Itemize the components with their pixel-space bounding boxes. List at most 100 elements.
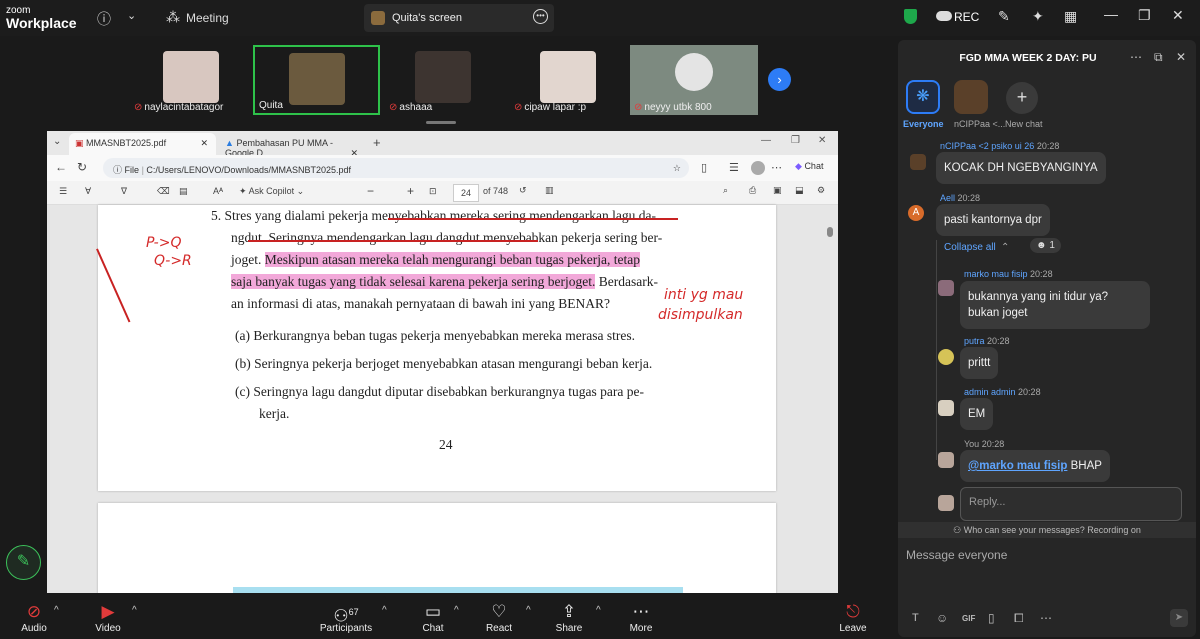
more-icon: ⋯ (632, 602, 650, 621)
emoji-icon[interactable]: ☺ (936, 611, 948, 625)
participant-tile[interactable]: ⊘ ashaaa (385, 45, 503, 115)
split-screen-icon[interactable]: ▯ (701, 161, 707, 174)
file-icon[interactable]: ▯ (988, 611, 995, 625)
more-menu-icon[interactable]: ⋯ (771, 161, 782, 174)
favorites-icon[interactable]: ☰ (729, 161, 739, 174)
back-icon[interactable]: ← (55, 160, 67, 174)
tab-close-icon[interactable]: ✕ (200, 138, 208, 149)
chat-message[interactable]: @marko mau fisip BHAP (960, 450, 1110, 482)
participant-tile[interactable]: ⊘ cipaw lapar :p (510, 45, 628, 115)
react-button[interactable]: ♡ React (482, 601, 516, 634)
highlight-icon[interactable]: ∀ (85, 186, 91, 197)
erase-icon[interactable]: ⌫ (157, 186, 170, 197)
info-icon[interactable]: ⓘ (97, 9, 111, 29)
more-button[interactable]: ⋯ More (624, 601, 658, 634)
pop-out-icon[interactable]: ⧉ (1154, 50, 1163, 65)
chat-tab-everyone[interactable]: ❋ (906, 80, 940, 114)
share-button[interactable]: ⇪ Share (552, 601, 586, 634)
minimize-icon[interactable]: — (761, 135, 771, 146)
resize-handle[interactable] (426, 121, 456, 124)
ask-copilot-button[interactable]: ✦ Ask Copilot ⌄ (239, 186, 304, 197)
leave-button[interactable]: ⎋ Leave (836, 601, 870, 634)
message-input[interactable]: Message everyone (906, 548, 1007, 562)
new-chat-button[interactable]: + (1006, 82, 1038, 114)
restore-icon[interactable]: ❐ (1138, 7, 1151, 24)
url-input[interactable]: ⓘ File | C:/Users/LENOVO/Downloads/MMASN… (103, 158, 689, 178)
security-shield-icon[interactable] (904, 9, 917, 24)
react-options-chevron-icon[interactable]: ^ (526, 605, 531, 616)
close-icon[interactable]: ✕ (1176, 50, 1186, 64)
chat-button[interactable]: ▭ Chat (416, 601, 450, 634)
participant-tile[interactable]: ⊘ naylacintabatagor (130, 45, 248, 115)
chat-message[interactable]: prittt (960, 347, 999, 379)
contents-icon[interactable]: ☰ (59, 186, 67, 197)
add-text-icon[interactable]: ▤ (179, 186, 188, 197)
participants-options-chevron-icon[interactable]: ^ (382, 605, 387, 616)
rec-label[interactable]: REC (954, 10, 979, 24)
zoom-out-icon[interactable]: − (367, 184, 374, 198)
tab-list-icon[interactable]: ⌄ (53, 136, 61, 147)
tab-pdf[interactable]: ▣ MMASNBT2025.pdf ✕ (69, 133, 216, 155)
new-tab-icon[interactable]: + (373, 135, 381, 150)
restore-icon[interactable]: ❐ (791, 135, 800, 146)
format-text-icon[interactable]: T (912, 612, 919, 624)
share-options-chevron-icon[interactable]: ^ (596, 605, 601, 616)
close-icon[interactable]: ✕ (818, 135, 826, 146)
draw-icon[interactable]: ∇ (121, 186, 127, 197)
fit-page-icon[interactable]: ⊡ (429, 186, 437, 197)
page-view-icon[interactable]: ▥ (545, 185, 554, 196)
zoom-in-icon[interactable]: + (407, 184, 414, 198)
collapse-all-button[interactable]: Collapse all (944, 242, 996, 253)
annotate-pen-button[interactable]: ✎ (6, 545, 41, 580)
annotate-pen-icon[interactable]: ✎ (998, 8, 1010, 25)
chat-message[interactable]: bukannya yang ini tidur ya? bukan joget (960, 281, 1150, 329)
read-aloud-icon[interactable]: Aᴬ (213, 186, 223, 196)
page-number-input[interactable]: 24 (453, 184, 479, 202)
chevron-up-icon[interactable]: ⌃ (1001, 242, 1009, 253)
profile-avatar[interactable] (751, 161, 765, 175)
page-number: 24 (439, 437, 453, 452)
privacy-note[interactable]: ⚇ Who can see your messages? Recording o… (898, 522, 1196, 538)
apps-grid-icon[interactable]: ▦ (1064, 8, 1077, 25)
chat-tab-dm-avatar[interactable] (954, 80, 988, 114)
search-icon[interactable]: ⌕ (723, 185, 728, 196)
more-options-icon[interactable]: ••• (533, 9, 548, 24)
more-options-icon[interactable]: ⋯ (1130, 50, 1142, 64)
screen-share-pill[interactable]: Quita's screen ••• (364, 4, 554, 32)
save-as-icon[interactable]: ⬓ (795, 185, 804, 196)
close-icon[interactable]: ✕ (1172, 7, 1184, 24)
gif-icon[interactable]: GIF (962, 614, 975, 623)
audio-options-chevron-icon[interactable]: ^ (54, 605, 59, 616)
more-options-icon[interactable]: ⋯ (1040, 611, 1052, 625)
meeting-label[interactable]: Meeting (186, 11, 229, 25)
reply-input[interactable]: Reply... (960, 487, 1182, 521)
chat-options-chevron-icon[interactable]: ^ (454, 605, 459, 616)
bookmark-star-icon[interactable]: ☆ (673, 163, 681, 174)
chat-message[interactable]: KOCAK DH NGEBYANGINYA (936, 152, 1106, 184)
tab-google-doc[interactable]: ▲ Pembahasan PU MMA - Google D ✕ (219, 133, 366, 158)
rotate-icon[interactable]: ↺ (519, 185, 527, 196)
ai-sparkle-icon[interactable]: ✦ (1032, 8, 1044, 25)
video-button[interactable]: ▶ Video (88, 601, 128, 634)
scrollbar-thumb[interactable] (827, 227, 833, 237)
next-participants-button[interactable]: › (768, 68, 791, 91)
minimize-icon[interactable]: — (1104, 6, 1118, 22)
send-button[interactable]: ➤ (1170, 609, 1188, 627)
copilot-chat-button[interactable]: ◆ Chat (795, 161, 823, 172)
video-options-chevron-icon[interactable]: ^ (132, 605, 137, 616)
reaction-badge[interactable]: ☻ 1 (1030, 238, 1061, 253)
chat-message[interactable]: EM (960, 398, 994, 430)
settings-icon[interactable]: ⚙ (817, 185, 825, 196)
participant-tile-active[interactable]: Quita (253, 45, 380, 115)
mention[interactable]: @marko mau fisip (968, 460, 1067, 472)
chat-message[interactable]: pasti kantornya dpr (936, 204, 1050, 236)
chevron-down-icon[interactable]: ⌄ (127, 9, 136, 22)
pdf-viewer[interactable]: 5. Stres yang dialami pekerja menyebabka… (47, 205, 838, 593)
print-icon[interactable]: ⎙ (749, 185, 756, 196)
screenshot-icon[interactable]: ⧠ (1014, 611, 1024, 626)
save-icon[interactable]: ▣ (773, 185, 782, 196)
audio-button[interactable]: ⊘ Audio (14, 601, 54, 634)
participant-tile[interactable]: ⊘ neyyy utbk 800 (630, 45, 758, 115)
participants-button[interactable]: ⚇67 Participants (318, 601, 374, 634)
refresh-icon[interactable]: ↻ (77, 160, 87, 174)
